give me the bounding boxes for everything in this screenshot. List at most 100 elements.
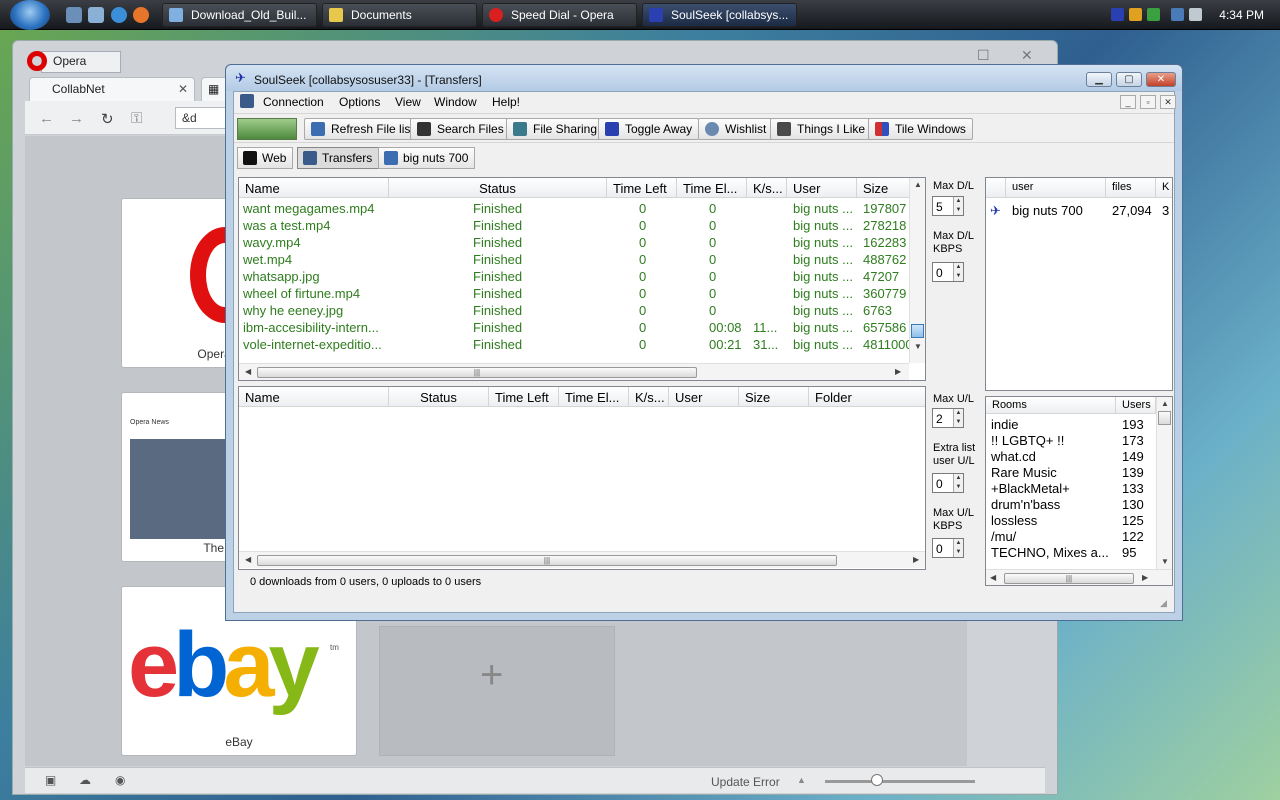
column-files[interactable]: files bbox=[1106, 178, 1156, 198]
column-time-left[interactable]: Time Left bbox=[489, 387, 559, 407]
scroll-right-arrow[interactable]: ▶ bbox=[895, 367, 901, 376]
taskbar-button-download[interactable]: Download_Old_Buil... bbox=[162, 3, 317, 27]
room-row[interactable]: lossless 125 bbox=[986, 512, 1172, 529]
horizontal-scroll-thumb[interactable]: ||| bbox=[257, 555, 837, 566]
tab-collabnet[interactable]: CollabNet ✕ bbox=[29, 77, 195, 101]
column-speed[interactable]: K/s... bbox=[629, 387, 669, 407]
network-status-button[interactable] bbox=[237, 118, 297, 140]
rooms-horizontal-scrollbar[interactable]: ◀ ||| ▶ bbox=[986, 569, 1172, 585]
room-row[interactable]: TECHNO, Mixes a... 95 bbox=[986, 544, 1172, 561]
column-user[interactable]: user bbox=[1006, 178, 1106, 198]
scroll-thumb[interactable] bbox=[1158, 411, 1171, 425]
column-name[interactable]: Name bbox=[239, 387, 389, 407]
volume-icon[interactable] bbox=[1189, 8, 1202, 21]
column-time-elapsed[interactable]: Time El... bbox=[559, 387, 629, 407]
refresh-file-list-button[interactable]: Refresh File list bbox=[304, 118, 421, 140]
scroll-left-arrow[interactable]: ◀ bbox=[245, 555, 251, 564]
download-row[interactable]: was a test.mp4 Finished 0 0 big nuts ... 2782… bbox=[239, 217, 925, 234]
downloads-vertical-scrollbar[interactable]: ▲ ▼ bbox=[909, 178, 925, 363]
things-i-like-button[interactable]: Things I Like bbox=[770, 118, 873, 140]
column-user[interactable]: User bbox=[669, 387, 739, 407]
column-status[interactable]: Status bbox=[389, 178, 607, 198]
reload-icon[interactable]: ↻ bbox=[101, 110, 114, 128]
downloads-list[interactable]: Name Status Time Left Time El... K/s... … bbox=[238, 177, 926, 381]
menu-options[interactable]: Options bbox=[339, 95, 380, 109]
menu-view[interactable]: View bbox=[395, 95, 421, 109]
download-row[interactable]: want megagames.mp4 Finished 0 0 big nuts ...… bbox=[239, 200, 925, 217]
switch-windows-icon[interactable] bbox=[88, 7, 104, 23]
spin-arrows-icon[interactable]: ▲ ▼ bbox=[953, 539, 963, 557]
column-k[interactable]: K bbox=[1156, 178, 1172, 198]
maximize-icon[interactable]: ☐ bbox=[977, 47, 993, 63]
column-status[interactable]: Status bbox=[389, 387, 489, 407]
scroll-down-arrow[interactable]: ▼ bbox=[914, 342, 922, 351]
column-size[interactable]: Size bbox=[857, 178, 909, 198]
show-desktop-icon[interactable] bbox=[66, 7, 82, 23]
column-user[interactable]: User bbox=[787, 178, 857, 198]
file-sharing-button[interactable]: File Sharing bbox=[506, 118, 605, 140]
rooms-list[interactable]: Rooms Users indie 193!! LGBTQ+ !! 173 what.… bbox=[985, 396, 1173, 586]
maximize-button[interactable]: ▢ bbox=[1116, 72, 1142, 87]
taskbar-button-soulseek[interactable]: SoulSeek [collabsys... bbox=[642, 3, 797, 27]
speedometer-icon[interactable]: ◉ bbox=[115, 773, 125, 787]
close-icon[interactable]: ✕ bbox=[1021, 47, 1037, 63]
back-icon[interactable]: ← bbox=[39, 110, 54, 127]
mdi-minimize-button[interactable]: _ bbox=[1120, 95, 1136, 109]
rooms-vertical-scrollbar[interactable]: ▲ ▼ bbox=[1156, 397, 1172, 569]
mdi-close-button[interactable]: ✕ bbox=[1160, 95, 1176, 109]
zoom-slider-handle[interactable] bbox=[871, 774, 883, 786]
download-row[interactable]: why he eeney.jpg Finished 0 0 big nuts ... 67… bbox=[239, 302, 925, 319]
users-list[interactable]: user files K ✈ big nuts 700 27,094 3 bbox=[985, 177, 1173, 391]
column-rooms[interactable]: Rooms bbox=[986, 397, 1116, 414]
scroll-down-arrow[interactable]: ▼ bbox=[1161, 557, 1169, 566]
scroll-left-arrow[interactable]: ◀ bbox=[990, 573, 996, 582]
scroll-up-arrow[interactable]: ▲ bbox=[914, 180, 922, 189]
max-dl-kbps-stepper[interactable]: 0 ▲ ▼ bbox=[932, 262, 964, 282]
key-icon[interactable]: ⚿ bbox=[131, 110, 142, 127]
firefox-icon[interactable] bbox=[133, 7, 149, 23]
wishlist-button[interactable]: Wishlist bbox=[698, 118, 774, 140]
room-row[interactable]: indie 193 bbox=[986, 416, 1172, 433]
room-row[interactable]: what.cd 149 bbox=[986, 448, 1172, 465]
uploads-list[interactable]: Name Status Time Left Time El... K/s... … bbox=[238, 386, 926, 570]
column-name[interactable]: Name bbox=[239, 178, 389, 198]
room-row[interactable]: /mu/122 bbox=[986, 528, 1172, 545]
taskbar-button-documents[interactable]: Documents bbox=[322, 3, 477, 27]
column-time-elapsed[interactable]: Time El... bbox=[677, 178, 747, 198]
minimize-button[interactable]: ▁ bbox=[1086, 72, 1112, 87]
column-users[interactable]: Users bbox=[1116, 397, 1156, 414]
max-dl-stepper[interactable]: 5 ▲ ▼ bbox=[932, 196, 964, 216]
downloads-horizontal-scrollbar[interactable]: ◀ ||| ▶ bbox=[239, 363, 909, 380]
update-icon[interactable] bbox=[1147, 8, 1160, 21]
user-row[interactable]: ✈ big nuts 700 27,094 3 bbox=[986, 202, 1172, 219]
clock[interactable]: 4:34 PM bbox=[1219, 8, 1264, 22]
uploads-horizontal-scrollbar[interactable]: ◀ ||| ▶ bbox=[239, 551, 925, 568]
tab-transfers[interactable]: Transfers bbox=[297, 147, 380, 169]
column-speed[interactable]: K/s... bbox=[747, 178, 787, 198]
security-shield-icon[interactable] bbox=[1129, 8, 1142, 21]
close-button[interactable]: ✕ bbox=[1146, 72, 1176, 87]
column-folder[interactable]: Folder bbox=[809, 387, 925, 407]
max-ul-stepper[interactable]: 2 ▲ ▼ bbox=[932, 408, 964, 428]
sidebar-toggle-icon[interactable]: ▣ bbox=[45, 773, 56, 787]
spin-arrows-icon[interactable]: ▲ ▼ bbox=[953, 263, 963, 281]
add-speed-dial-tile[interactable]: + bbox=[379, 626, 615, 756]
spin-arrows-icon[interactable]: ▲ ▼ bbox=[953, 197, 963, 215]
download-row[interactable]: ibm-accesibility-intern... Finished 0 00:08… bbox=[239, 319, 925, 336]
menu-help[interactable]: Help! bbox=[492, 95, 520, 109]
zoom-up-icon[interactable]: ▲ bbox=[797, 775, 806, 785]
mdi-restore-button[interactable]: ▫ bbox=[1140, 95, 1156, 109]
max-ul-kbps-stepper[interactable]: 0 ▲ ▼ bbox=[932, 538, 964, 558]
horizontal-scroll-thumb[interactable]: ||| bbox=[257, 367, 697, 378]
forward-icon[interactable]: → bbox=[69, 110, 84, 127]
horizontal-scroll-thumb[interactable]: ||| bbox=[1004, 573, 1134, 584]
soulseek-tray-icon[interactable] bbox=[1111, 8, 1124, 21]
start-button[interactable] bbox=[10, 0, 50, 30]
internet-explorer-icon[interactable] bbox=[111, 7, 127, 23]
close-tab-icon[interactable]: ✕ bbox=[178, 82, 188, 96]
scroll-up-arrow[interactable]: ▲ bbox=[1161, 399, 1169, 408]
menu-window[interactable]: Window bbox=[434, 95, 477, 109]
cloud-icon[interactable]: ☁ bbox=[79, 773, 91, 787]
toggle-away-button[interactable]: Toggle Away bbox=[598, 118, 700, 140]
tab-big-nuts-700[interactable]: big nuts 700 bbox=[378, 147, 476, 169]
